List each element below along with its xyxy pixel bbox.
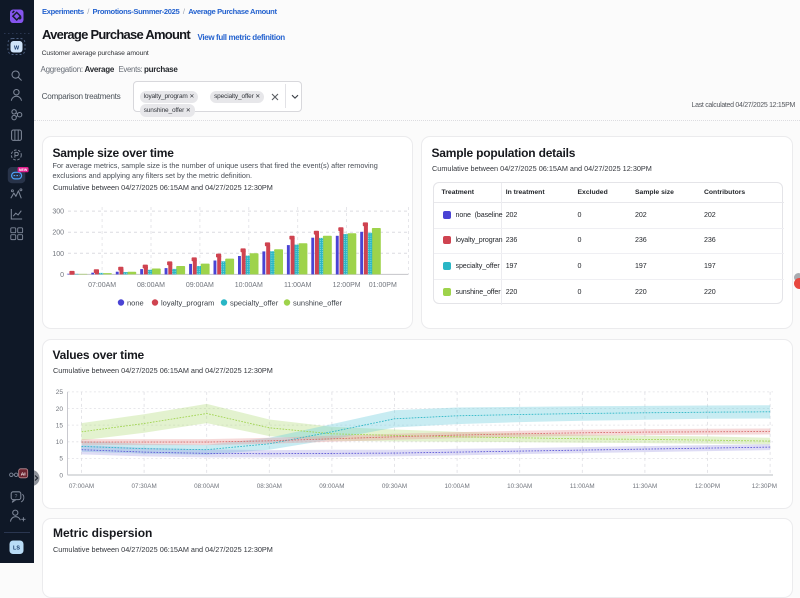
svg-text:none: none bbox=[127, 299, 144, 308]
svg-text:loyalty_program: loyalty_program bbox=[161, 299, 214, 308]
svg-text:10: 10 bbox=[56, 439, 64, 446]
svg-text:NEW: NEW bbox=[19, 168, 28, 172]
svg-text:12:30PM: 12:30PM bbox=[752, 483, 777, 490]
svg-text:09:30AM: 09:30AM bbox=[382, 483, 407, 490]
svg-text:200: 200 bbox=[52, 230, 64, 237]
svg-text:12:00PM: 12:00PM bbox=[333, 282, 361, 289]
svg-text:25: 25 bbox=[56, 389, 64, 396]
svg-text:10:00AM: 10:00AM bbox=[444, 483, 469, 490]
svg-text:07:00AM: 07:00AM bbox=[69, 483, 94, 490]
svg-text:12:00PM: 12:00PM bbox=[695, 483, 720, 490]
svg-text:5: 5 bbox=[59, 455, 63, 462]
svg-text:10:30AM: 10:30AM bbox=[507, 483, 532, 490]
svg-text:01:00PM: 01:00PM bbox=[369, 282, 397, 289]
svg-text:11:00AM: 11:00AM bbox=[284, 282, 312, 289]
svg-text:0: 0 bbox=[59, 472, 63, 479]
svg-text:08:00AM: 08:00AM bbox=[137, 282, 165, 289]
svg-text:20: 20 bbox=[56, 405, 64, 412]
svg-text:15: 15 bbox=[56, 422, 64, 429]
svg-text:sunshine_offer: sunshine_offer bbox=[293, 299, 343, 308]
svg-text:AI: AI bbox=[21, 472, 26, 478]
svg-text:11:00AM: 11:00AM bbox=[570, 483, 595, 490]
svg-text:0: 0 bbox=[60, 272, 64, 279]
svg-text:07:30AM: 07:30AM bbox=[131, 483, 156, 490]
svg-text:300: 300 bbox=[52, 209, 64, 216]
svg-text:08:00AM: 08:00AM bbox=[194, 483, 219, 490]
svg-text:specialty_offer: specialty_offer bbox=[230, 299, 279, 308]
svg-text:09:00AM: 09:00AM bbox=[319, 483, 344, 490]
svg-text:10:00AM: 10:00AM bbox=[235, 282, 263, 289]
svg-text:08:30AM: 08:30AM bbox=[257, 483, 282, 490]
svg-text:11:30AM: 11:30AM bbox=[633, 483, 658, 490]
svg-text:?: ? bbox=[15, 494, 18, 500]
svg-text:100: 100 bbox=[52, 251, 64, 258]
svg-text:09:00AM: 09:00AM bbox=[186, 282, 214, 289]
svg-text:LS: LS bbox=[13, 546, 20, 552]
svg-text:07:00AM: 07:00AM bbox=[88, 282, 116, 289]
